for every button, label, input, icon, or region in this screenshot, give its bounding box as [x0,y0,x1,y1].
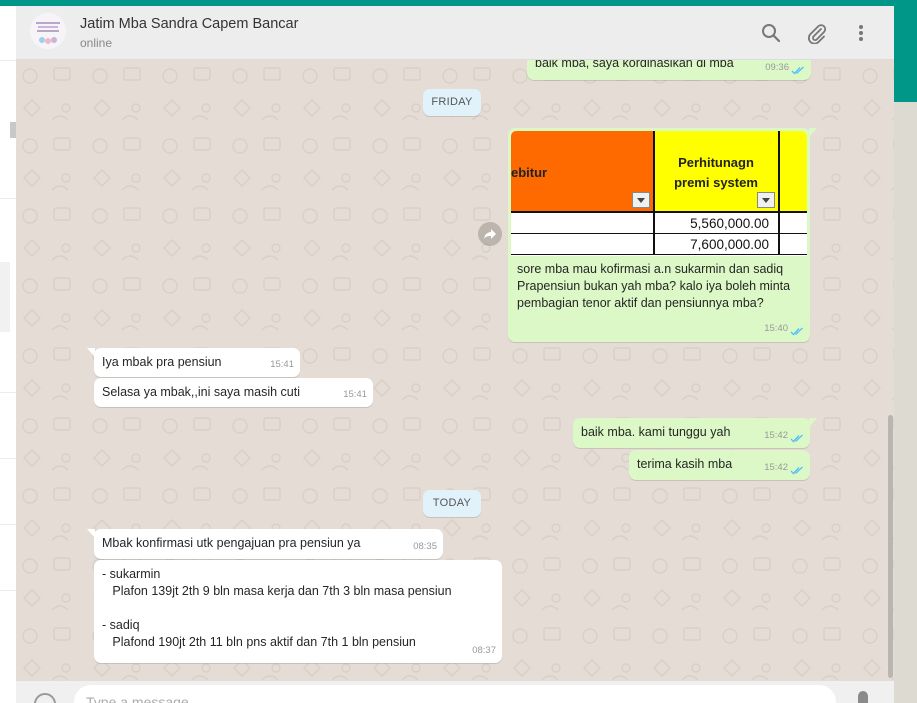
message-outgoing[interactable]: baik mba. kami tunggu yah 15:42 [573,418,817,448]
sheet-header-right: Perhitunagn premi system [674,155,758,190]
message-text: Iya mbak pra pensiun [102,355,222,369]
microphone-icon[interactable] [858,691,868,703]
read-ticks-icon [790,434,803,443]
right-accent-bar [893,6,917,102]
contact-avatar[interactable] [30,13,66,49]
sheet-value: 5,560,000.00 [690,216,769,231]
chat-list-selected-row[interactable] [0,262,10,332]
contact-name[interactable]: Jatim Mba Sandra Capem Bancar [80,16,298,32]
message-incoming[interactable]: Iya mbak pra pensiun 15:41 [87,348,300,377]
message-time: 15:41 [270,359,294,370]
forward-icon[interactable] [478,222,502,246]
filter-dropdown-icon [632,192,650,208]
message-time: 15:42 [764,462,788,473]
sheet-value: 7,600,000.00 [690,237,769,252]
message-time: 15:42 [764,430,788,441]
search-icon[interactable] [760,22,782,44]
read-ticks-icon [790,466,803,475]
message-time: 15:41 [343,389,367,400]
message-text: Selasa ya mbak,,ini saya masih cuti [102,385,301,399]
message-outgoing[interactable]: terima kasih mba 15:42 [629,450,810,480]
message-text: Mbak konfirmasi utk pengajuan pra pensiu… [102,536,361,550]
message-text: - sukarmin Plafon 139jt 2th 9 bln masa k… [102,567,452,649]
sheet-header-left: ebitur [511,165,548,180]
message-time: 15:40 [764,323,788,334]
more-vertical-icon[interactable] [850,22,872,44]
chat-list-pane-edge [0,6,17,703]
message-incoming[interactable]: Selasa ya mbak,,ini saya masih cuti 15:4… [94,378,373,407]
message-time: 08:37 [472,645,496,656]
message-outgoing-image[interactable]: ebitur Perhitunagn premi system 5,560,00… [508,128,817,342]
sheet-row: 5,560,000.00 [511,213,807,234]
spreadsheet-image[interactable]: ebitur Perhitunagn premi system 5,560,00… [511,131,807,256]
contact-status: online [80,36,113,50]
read-ticks-icon [791,66,804,75]
composer-bar [16,681,894,703]
date-divider-today: TODAY [423,490,481,517]
message-incoming[interactable]: Mbak konfirmasi utk pengajuan pra pensiu… [87,529,443,559]
message-time: 09:36 [765,62,789,73]
filter-dropdown-icon [757,192,775,208]
conversation-header[interactable]: Jatim Mba Sandra Capem Bancar online [16,6,894,60]
message-time: 08:35 [413,541,437,552]
sheet-row: 7,600,000.00 [511,234,807,255]
message-outgoing[interactable]: baik mba, saya kordinasikan di mba 09:36 [527,60,818,80]
message-text: sore mba mau kofirmasi a.n sukarmin dan … [517,262,791,310]
conversation-panel: Jatim Mba Sandra Capem Bancar online bai… [16,6,894,703]
message-list-scrollbar[interactable] [888,415,893,678]
paperclip-icon[interactable] [805,22,827,45]
message-list[interactable]: baik mba, saya kordinasikan di mba 09:36… [16,60,894,681]
date-divider-friday: FRIDAY [423,89,481,116]
read-ticks-icon [790,327,803,336]
message-input[interactable] [74,685,836,703]
emoji-icon[interactable] [34,693,56,703]
message-incoming[interactable]: - sukarmin Plafon 139jt 2th 9 bln masa k… [94,560,502,663]
message-text: baik mba, saya kordinasikan di mba [535,60,734,70]
